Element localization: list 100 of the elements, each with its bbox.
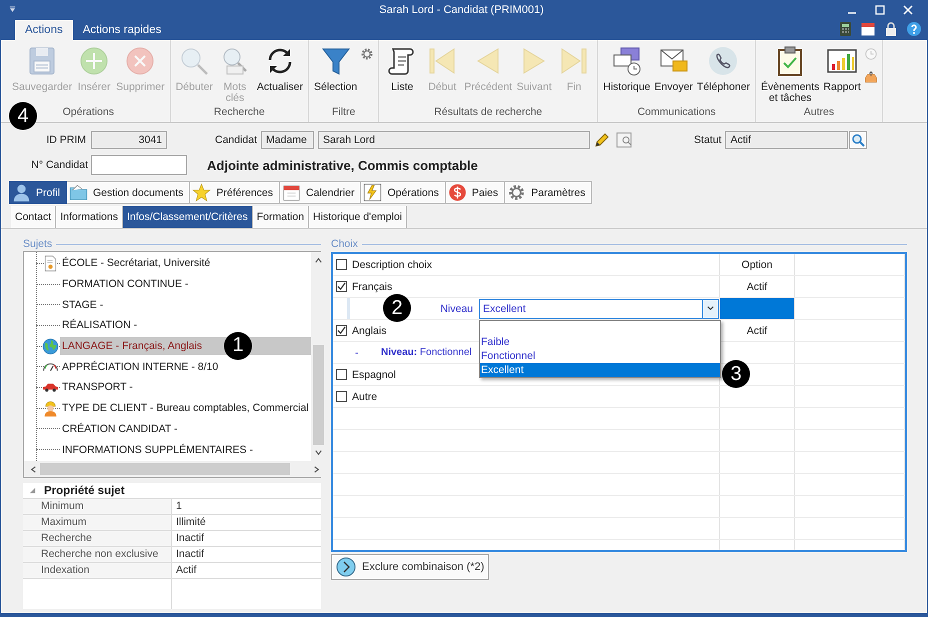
checkbox[interactable]	[336, 281, 347, 292]
worker-icon	[42, 400, 59, 417]
dropdown-option[interactable]: Excellent	[480, 362, 720, 376]
window-title: Sarah Lord - Candidat (PRIM001)	[378, 4, 545, 16]
clock-icon	[864, 47, 878, 61]
section-title: Choix	[331, 238, 358, 250]
dropdown-option[interactable]: Fonctionnel	[480, 348, 720, 362]
tab[interactable]: Profil	[9, 181, 67, 204]
lightning-icon	[363, 183, 382, 202]
tray-icon	[864, 70, 878, 84]
checkbox[interactable]	[336, 369, 347, 380]
tab[interactable]: Gestion documents	[66, 181, 190, 204]
sub-tab[interactable]: Informations	[56, 206, 123, 228]
level-detail: Niveau: Fonctionnel	[381, 347, 472, 358]
scroll-up-icon[interactable]	[314, 256, 323, 265]
tab[interactable]: Opérations	[361, 181, 446, 204]
scroll-down-icon[interactable]	[314, 448, 323, 457]
tree-item[interactable]: ÉCOLE - Secrétariat, Université	[60, 254, 311, 272]
maximize-icon[interactable]	[875, 4, 885, 14]
number-field[interactable]	[91, 155, 187, 175]
option-value: Actif	[746, 324, 768, 336]
help-icon[interactable]	[907, 22, 921, 36]
name-field[interactable]: Sarah Lord	[318, 131, 590, 149]
callout-number: 1	[224, 332, 252, 360]
group-label: Communications	[637, 106, 716, 118]
checkbox[interactable]	[336, 391, 347, 402]
field-label: N° Candidat	[30, 159, 88, 171]
field-label: ID PRIM	[45, 134, 86, 146]
checkbox[interactable]	[336, 259, 347, 270]
phone-icon	[707, 45, 740, 77]
lock-icon[interactable]	[885, 22, 897, 36]
tree-item[interactable]: TYPE DE CLIENT - Bureau comptables, Commercial	[60, 399, 311, 418]
position-title: Adjointe administrative, Commis comptable	[207, 158, 478, 172]
calculator-icon[interactable]	[840, 22, 851, 36]
tree-item[interactable]: STAGE -	[60, 296, 311, 314]
dropdown-option[interactable]: Faible	[480, 334, 720, 348]
property-name: Maximum	[23, 515, 171, 530]
sub-tab[interactable]: Infos/Classement/Critères	[122, 206, 253, 228]
group-label: Recherche	[214, 106, 265, 118]
dash: -	[355, 346, 360, 358]
tree-item[interactable]: APPRÉCIATION INTERNE - 8/10	[60, 358, 311, 376]
sub-tab[interactable]: Contact	[11, 206, 56, 228]
caret-icon	[706, 304, 715, 313]
tree-item[interactable]: RÉALISATION -	[60, 316, 311, 334]
chat-bubbles-icon	[610, 45, 643, 77]
dollar-icon	[448, 183, 467, 202]
tree-item[interactable]: TRANSPORT -	[60, 378, 311, 396]
column-header: Description choix	[352, 258, 432, 270]
scroll-right-icon[interactable]	[312, 464, 321, 474]
star-icon	[192, 183, 212, 202]
checkbox[interactable]	[336, 325, 347, 336]
exclude-combination-button[interactable]: Exclure combinaison (*2)	[331, 554, 490, 580]
ribbon-button[interactable]: Actualiser	[256, 43, 304, 95]
callout-number: 4	[9, 102, 37, 130]
close-icon[interactable]	[903, 4, 913, 14]
tree-item[interactable]: INFORMATIONS SUPPLÉMENTAIRES -	[60, 440, 311, 459]
property-name: Indexation	[23, 563, 171, 578]
edit-button[interactable]	[594, 132, 610, 148]
card-search-button[interactable]	[616, 131, 634, 149]
ribbon-button[interactable]: Historique	[602, 43, 652, 95]
ribbon-button[interactable]: Rapport	[822, 43, 862, 95]
status-field[interactable]: Actif	[725, 131, 848, 149]
globe-icon	[42, 338, 59, 355]
ribbon-button[interactable]: Liste	[383, 43, 422, 95]
tab[interactable]: Paramètres	[505, 181, 592, 204]
sub-tab[interactable]: Formation	[252, 206, 310, 228]
group-label: Filtre	[332, 106, 356, 118]
scroll-left-icon[interactable]	[29, 464, 38, 474]
section-title: Sujets	[23, 238, 52, 250]
tab[interactable]: Paies	[446, 181, 506, 204]
calendar-icon[interactable]	[861, 22, 875, 36]
search-button[interactable]	[849, 131, 868, 149]
salutation-field[interactable]: Madame	[261, 131, 314, 149]
choice-label: Français	[352, 280, 392, 292]
tab[interactable]: Préférences	[190, 181, 280, 204]
id-field[interactable]: 3041	[91, 131, 167, 149]
ribbon-tab[interactable]: Actions	[15, 20, 73, 40]
certificate-icon	[42, 255, 59, 272]
group-label: Autres	[804, 106, 834, 118]
ribbon-button[interactable]: Téléphoner	[696, 43, 752, 95]
ribbon-tab[interactable]: Actions rapides	[72, 20, 172, 40]
ribbon-button[interactable]: Évènements et tâches	[760, 43, 820, 106]
ribbon-button[interactable]: Envoyer	[653, 43, 694, 95]
property-name: Recherche non exclusive	[23, 547, 171, 562]
ribbon-button[interactable]: Sélection	[313, 43, 358, 95]
sub-tab[interactable]: Historique d'emploi	[309, 206, 407, 228]
expand-icon[interactable]	[29, 487, 36, 494]
tab[interactable]: Calendrier	[280, 181, 362, 204]
tree-item[interactable]: CRÉATION CANDIDAT -	[60, 420, 311, 438]
folder-icon	[68, 183, 88, 202]
pin-icon[interactable]	[9, 6, 16, 13]
delete-icon	[124, 45, 156, 77]
property-name: Minimum	[23, 499, 171, 514]
arrow-circle-icon	[336, 557, 356, 577]
column-header: Option	[742, 258, 772, 270]
tree-item[interactable]: FORMATION CONTINUE -	[60, 275, 311, 294]
field-label: Statut	[694, 134, 722, 146]
field-label: Candidat	[215, 134, 258, 146]
settings-icon	[360, 47, 374, 61]
calendar-icon	[282, 183, 302, 202]
